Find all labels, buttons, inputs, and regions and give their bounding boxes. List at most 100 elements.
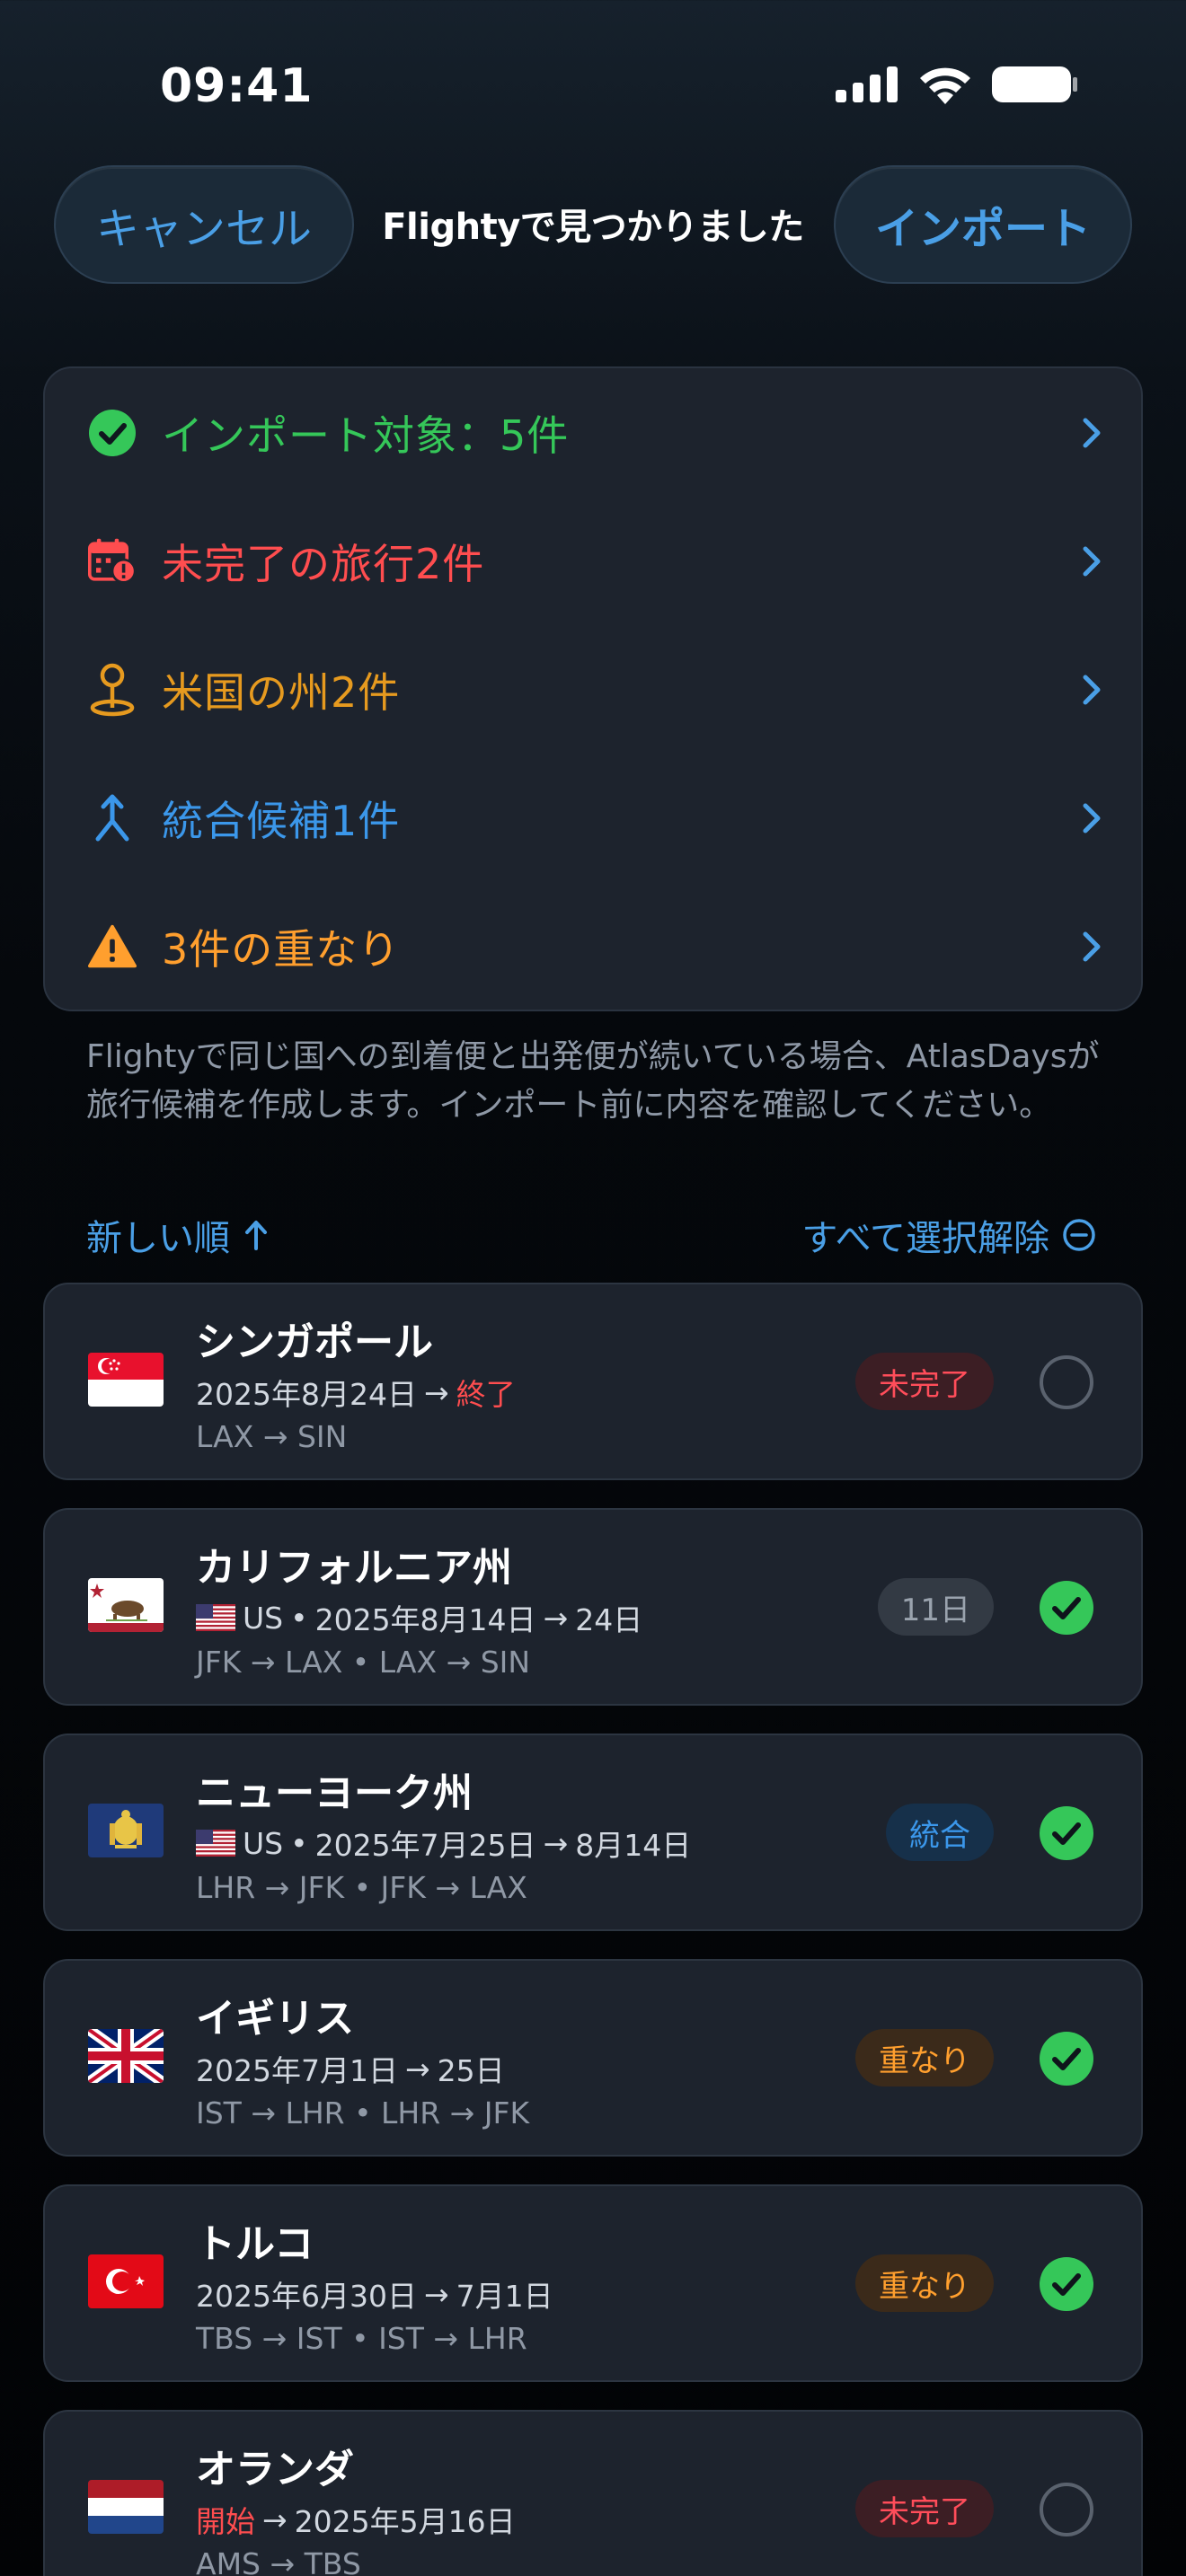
trip-row[interactable]: ニューヨーク州 US • 2025年7月25日 → 8月14日 LHR → JF… bbox=[43, 1734, 1143, 1931]
trip-dates: 2025年6月30日 → 7月1日 bbox=[196, 2272, 553, 2316]
trip-dates: 2025年8月24日 → 終了 bbox=[196, 1371, 516, 1414]
chevron-right-icon bbox=[1083, 546, 1101, 576]
status-badge: 未完了 bbox=[855, 1353, 994, 1410]
summary-label: 統合候補1件 bbox=[162, 796, 401, 845]
trip-date-end: 2025年5月16日 bbox=[294, 2504, 516, 2539]
navigation-bar: キャンセル Flightyで見つかりました インポート bbox=[0, 165, 1186, 286]
trip-name: オランダ bbox=[196, 2447, 354, 2492]
trip-route: AMS → TBS bbox=[196, 2546, 361, 2576]
calendar-alert-icon bbox=[88, 537, 137, 586]
summary-label: 未完了の旅行2件 bbox=[162, 539, 485, 588]
checkmark-circle-icon[interactable] bbox=[1039, 2256, 1094, 2312]
arrow-right-icon: → bbox=[262, 2501, 288, 2537]
singapore-flag-icon bbox=[88, 1353, 164, 1407]
netherlands-flag-icon bbox=[88, 2480, 164, 2534]
arrow-right-icon: → bbox=[543, 1825, 569, 1861]
trip-date-end: 24日 bbox=[575, 1602, 643, 1637]
wifi-icon bbox=[920, 67, 970, 104]
trip-row[interactable]: カリフォルニア州 US • 2025年8月14日 → 24日 JFK → LAX… bbox=[43, 1508, 1143, 1706]
separator-dot: • bbox=[290, 1825, 308, 1861]
trip-date-start: 開始 bbox=[196, 2504, 255, 2539]
import-summary-card: インポート対象：5件 未完了の旅行2件 米国の州2件 統合候補1件 3件の重なり bbox=[43, 366, 1143, 1011]
trip-date-start: 2025年8月14日 bbox=[314, 1602, 536, 1637]
trip-name: シンガポール bbox=[196, 1319, 433, 1365]
battery-icon bbox=[992, 66, 1077, 102]
trip-row[interactable]: イギリス 2025年7月1日 → 25日 IST → LHR • LHR → J… bbox=[43, 1959, 1143, 2157]
trip-date-end: 8月14日 bbox=[575, 1828, 692, 1863]
trip-date-start: 2025年7月1日 bbox=[196, 2053, 398, 2088]
map-pin-icon bbox=[88, 663, 137, 716]
trip-name: カリフォルニア州 bbox=[196, 1545, 512, 1591]
separator-dot: • bbox=[290, 1600, 308, 1636]
new-york-flag-icon bbox=[88, 1804, 164, 1857]
cancel-button[interactable]: キャンセル bbox=[54, 165, 354, 284]
trip-country: US bbox=[243, 1600, 284, 1636]
trip-dates: 開始 → 2025年5月16日 bbox=[196, 2498, 516, 2541]
warning-triangle-icon bbox=[88, 922, 137, 971]
trip-date-start: 2025年8月24日 bbox=[196, 1377, 417, 1412]
trip-route: LHR → JFK • JFK → LAX bbox=[196, 1870, 527, 1905]
overlap-badge: 重なり bbox=[855, 2254, 994, 2312]
checkmark-circle-icon[interactable] bbox=[1039, 2031, 1094, 2086]
status-icons bbox=[836, 65, 1078, 104]
chevron-right-icon bbox=[1083, 931, 1101, 961]
trip-dates: US • 2025年8月14日 → 24日 bbox=[196, 1596, 642, 1639]
minus-circle-icon bbox=[1063, 1219, 1095, 1251]
trip-date-start: 2025年7月25日 bbox=[314, 1828, 536, 1863]
summary-label: 3件の重なり bbox=[162, 924, 401, 974]
duration-badge: 11日 bbox=[877, 1578, 994, 1636]
unchecked-circle-icon[interactable] bbox=[1039, 2482, 1094, 2537]
chevron-right-icon bbox=[1083, 418, 1101, 447]
trip-route: LAX → SIN bbox=[196, 1419, 348, 1454]
trip-name: トルコ bbox=[196, 2221, 314, 2267]
sort-button[interactable]: 新しい順 bbox=[86, 1209, 270, 1261]
trip-date-end: 7月1日 bbox=[456, 2279, 553, 2314]
trip-name: イギリス bbox=[196, 1996, 354, 2042]
chevron-right-icon bbox=[1083, 803, 1101, 833]
checkmark-circle-icon bbox=[88, 409, 137, 457]
checkmark-circle-icon[interactable] bbox=[1039, 1580, 1094, 1636]
sort-label: 新しい順 bbox=[86, 1218, 230, 1259]
trip-row[interactable]: トルコ 2025年6月30日 → 7月1日 TBS → IST • IST → … bbox=[43, 2184, 1143, 2382]
arrow-right-icon: → bbox=[423, 2276, 449, 2312]
summary-row-merge-candidates[interactable]: 統合候補1件 bbox=[45, 754, 1145, 882]
turkey-flag-icon bbox=[88, 2254, 164, 2308]
trip-dates: US • 2025年7月25日 → 8月14日 bbox=[196, 1822, 691, 1865]
summary-row-overlaps[interactable]: 3件の重なり bbox=[45, 882, 1145, 1010]
trip-name: ニューヨーク州 bbox=[196, 1770, 473, 1816]
trip-route: TBS → IST • IST → LHR bbox=[196, 2321, 527, 2356]
status-badge: 未完了 bbox=[855, 2480, 994, 2537]
trip-country: US bbox=[243, 1825, 284, 1861]
us-flag-icon bbox=[196, 1830, 235, 1857]
us-flag-icon bbox=[196, 1604, 235, 1631]
import-note: Flightyで同じ国への到着便と出発便が続いている場合、AtlasDaysが旅… bbox=[86, 1038, 1100, 1124]
summary-row-import-count[interactable]: インポート対象：5件 bbox=[45, 368, 1145, 497]
overlap-badge: 重なり bbox=[855, 2029, 994, 2086]
merge-arrow-icon bbox=[88, 794, 137, 842]
trip-date-start: 2025年6月30日 bbox=[196, 2279, 417, 2314]
trip-route: IST → LHR • LHR → JFK bbox=[196, 2095, 530, 2130]
trip-date-end: 終了 bbox=[456, 1377, 516, 1412]
uk-flag-icon bbox=[88, 2029, 164, 2083]
arrow-right-icon: → bbox=[543, 1600, 569, 1636]
trip-dates: 2025年7月1日 → 25日 bbox=[196, 2047, 505, 2090]
status-time: 09:41 bbox=[160, 59, 314, 113]
merge-badge: 統合 bbox=[886, 1804, 994, 1861]
status-bar: 09:41 bbox=[0, 0, 1186, 171]
arrow-right-icon: → bbox=[404, 2051, 430, 2086]
checkmark-circle-icon[interactable] bbox=[1039, 1805, 1094, 1861]
deselect-all-button[interactable]: すべて選択解除 bbox=[801, 1209, 1096, 1261]
trip-row[interactable]: シンガポール 2025年8月24日 → 終了 LAX → SIN 未完了 bbox=[43, 1283, 1143, 1480]
trip-row[interactable]: オランダ 開始 → 2025年5月16日 AMS → TBS 未完了 bbox=[43, 2410, 1143, 2576]
page-title: Flightyで見つかりました bbox=[382, 207, 804, 248]
summary-label: インポート対象：5件 bbox=[162, 410, 570, 460]
summary-row-us-states[interactable]: 米国の州2件 bbox=[45, 625, 1145, 754]
summary-row-incomplete-trips[interactable]: 未完了の旅行2件 bbox=[45, 497, 1145, 625]
trip-date-end: 25日 bbox=[437, 2053, 505, 2088]
summary-label: 米国の州2件 bbox=[162, 667, 401, 717]
unchecked-circle-icon[interactable] bbox=[1039, 1354, 1094, 1410]
cellular-signal-icon bbox=[836, 66, 898, 102]
deselect-label: すべて選択解除 bbox=[801, 1218, 1049, 1259]
california-flag-icon bbox=[88, 1578, 164, 1632]
import-button[interactable]: インポート bbox=[834, 165, 1132, 284]
